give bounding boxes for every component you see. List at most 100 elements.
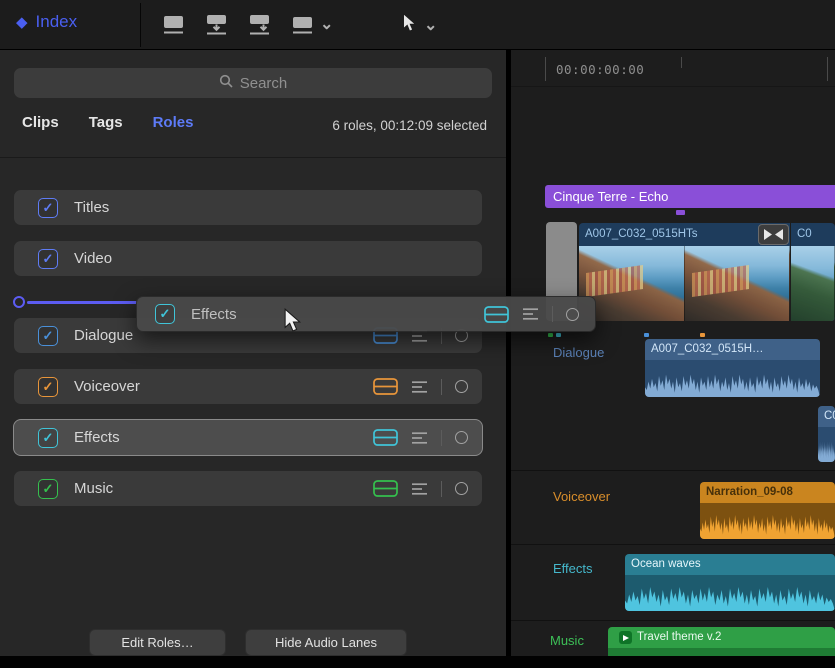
- overwrite-edit-icon: [289, 11, 316, 38]
- music-clip[interactable]: Travel theme v.2: [608, 627, 835, 656]
- select-tool-button[interactable]: ⌄: [402, 13, 437, 38]
- search-input[interactable]: Search: [14, 68, 492, 98]
- tab-clips[interactable]: Clips: [22, 114, 59, 131]
- role-row-voiceover[interactable]: ✓ Voiceover: [14, 369, 482, 404]
- role-checkbox-music[interactable]: ✓: [38, 479, 58, 499]
- focus-toggle[interactable]: [455, 482, 468, 495]
- role-label-effects: Effects: [74, 429, 120, 446]
- role-checkbox-dialogue[interactable]: ✓: [38, 326, 58, 346]
- waveform: [625, 581, 835, 611]
- role-dot-music: [548, 333, 553, 337]
- lane-label-effects[interactable]: Effects: [553, 561, 593, 576]
- role-checkbox-voiceover[interactable]: ✓: [38, 377, 58, 397]
- check-icon: ✓: [43, 200, 54, 216]
- dialogue-clip[interactable]: A007_C032_0515H…: [645, 339, 820, 397]
- connect-edit-icon[interactable]: [160, 11, 187, 38]
- toolbar-divider: [140, 3, 141, 47]
- role-row-titles[interactable]: ✓ Titles: [14, 190, 482, 225]
- focus-toggle[interactable]: [566, 308, 579, 321]
- lane-divider: [511, 620, 835, 621]
- subroles-icon[interactable]: [411, 482, 428, 496]
- focus-toggle[interactable]: [455, 431, 468, 444]
- video-thumbnail: [791, 246, 835, 321]
- voiceover-clip-name: Narration_09-08: [700, 482, 835, 503]
- role-checkbox-effects-drag[interactable]: ✓: [155, 304, 175, 324]
- role-row-music[interactable]: ✓ Music: [14, 471, 482, 506]
- fcp-window: ◆ Index: [0, 0, 835, 668]
- role-label-voiceover: Voiceover: [74, 378, 140, 395]
- ruler-tick: [827, 57, 828, 81]
- audio-lane-toggle[interactable]: [484, 306, 509, 323]
- dragged-role-label: Effects: [191, 306, 237, 323]
- lane-label-dialogue[interactable]: Dialogue: [553, 345, 604, 360]
- role-row-video[interactable]: ✓ Video: [14, 241, 482, 276]
- chevron-down-icon: ⌄: [320, 20, 333, 30]
- lane-label-voiceover[interactable]: Voiceover: [553, 489, 610, 504]
- voiceover-clip[interactable]: Narration_09-08: [700, 482, 835, 539]
- title-marker: [676, 210, 685, 215]
- insert-edit-icon[interactable]: [203, 11, 230, 38]
- subroles-icon[interactable]: [411, 380, 428, 394]
- chevron-down-icon: ⌄: [424, 21, 437, 31]
- lane-label-music[interactable]: Music: [550, 633, 584, 648]
- check-icon: ✓: [43, 481, 54, 497]
- bottom-edge: [0, 656, 835, 668]
- subroles-icon[interactable]: [522, 307, 539, 321]
- mouse-cursor-icon: [283, 308, 302, 338]
- dialogue-clip-2[interactable]: C0: [818, 406, 835, 462]
- check-icon: ✓: [43, 430, 54, 446]
- append-edit-icon[interactable]: [246, 11, 273, 38]
- dialogue-clip-name: A007_C032_0515H…: [645, 339, 820, 360]
- tab-tags[interactable]: Tags: [89, 114, 123, 131]
- lane-divider: [511, 544, 835, 545]
- video-clip-group: A007_C032_0515HTs C0: [579, 223, 835, 321]
- role-checkbox-effects[interactable]: ✓: [38, 428, 58, 448]
- selection-summary: 6 roles, 00:12:09 selected: [332, 118, 487, 133]
- transition-icon[interactable]: [758, 224, 789, 245]
- waveform: [700, 509, 835, 539]
- icon-divider: [441, 481, 442, 497]
- tab-roles[interactable]: Roles: [153, 114, 194, 131]
- subroles-icon[interactable]: [411, 431, 428, 445]
- filmstrip: [791, 246, 835, 321]
- title-clip-name: Cinque Terre - Echo: [553, 189, 668, 204]
- next-video-clip-name: C0: [791, 223, 835, 246]
- icon-divider: [552, 306, 553, 322]
- check-icon: ✓: [160, 306, 171, 322]
- index-tabs: Clips Tags Roles: [22, 114, 193, 131]
- video-thumbnail: [685, 246, 791, 321]
- ruler-timecode: 00:00:00:00: [556, 62, 644, 77]
- edit-roles-button[interactable]: Edit Roles…: [89, 629, 226, 656]
- overwrite-edit-button[interactable]: ⌄: [289, 11, 333, 38]
- icon-divider: [441, 430, 442, 446]
- lane-divider: [511, 470, 835, 471]
- check-icon: ✓: [43, 379, 54, 395]
- dialogue-clip-2-name: C0: [818, 406, 835, 427]
- focus-toggle[interactable]: [455, 380, 468, 393]
- music-clip-name: Travel theme v.2: [608, 627, 835, 648]
- audio-lane-toggle[interactable]: [373, 480, 398, 497]
- title-clip[interactable]: Cinque Terre - Echo: [545, 185, 835, 208]
- role-checkbox-video[interactable]: ✓: [38, 249, 58, 269]
- dragged-role-row-effects[interactable]: ✓ Effects: [136, 296, 596, 332]
- ruler-tick: [681, 57, 682, 68]
- compound-clip-icon: [619, 631, 632, 644]
- role-dot-effects: [556, 333, 561, 337]
- arrow-cursor-icon: [402, 13, 417, 38]
- search-icon: [219, 74, 233, 92]
- audio-lane-toggle[interactable]: [373, 378, 398, 395]
- timeline-index-panel: Search Clips Tags Roles 6 roles, 00:12:0…: [0, 50, 506, 656]
- effects-clip[interactable]: Ocean waves: [625, 554, 835, 611]
- role-label-video: Video: [74, 250, 112, 267]
- index-diamond-icon: ◆: [16, 15, 28, 30]
- role-checkbox-titles[interactable]: ✓: [38, 198, 58, 218]
- ruler-divider: [511, 86, 835, 87]
- hide-audio-lanes-button[interactable]: Hide Audio Lanes: [245, 629, 407, 656]
- audio-lane-toggle[interactable]: [373, 429, 398, 446]
- waveform: [645, 369, 820, 397]
- role-row-effects[interactable]: ✓ Effects: [14, 420, 482, 455]
- role-dot-voiceover: [700, 333, 705, 337]
- effects-clip-name: Ocean waves: [625, 554, 835, 575]
- next-video-clip[interactable]: C0: [791, 223, 835, 321]
- index-button[interactable]: ◆ Index: [16, 12, 77, 32]
